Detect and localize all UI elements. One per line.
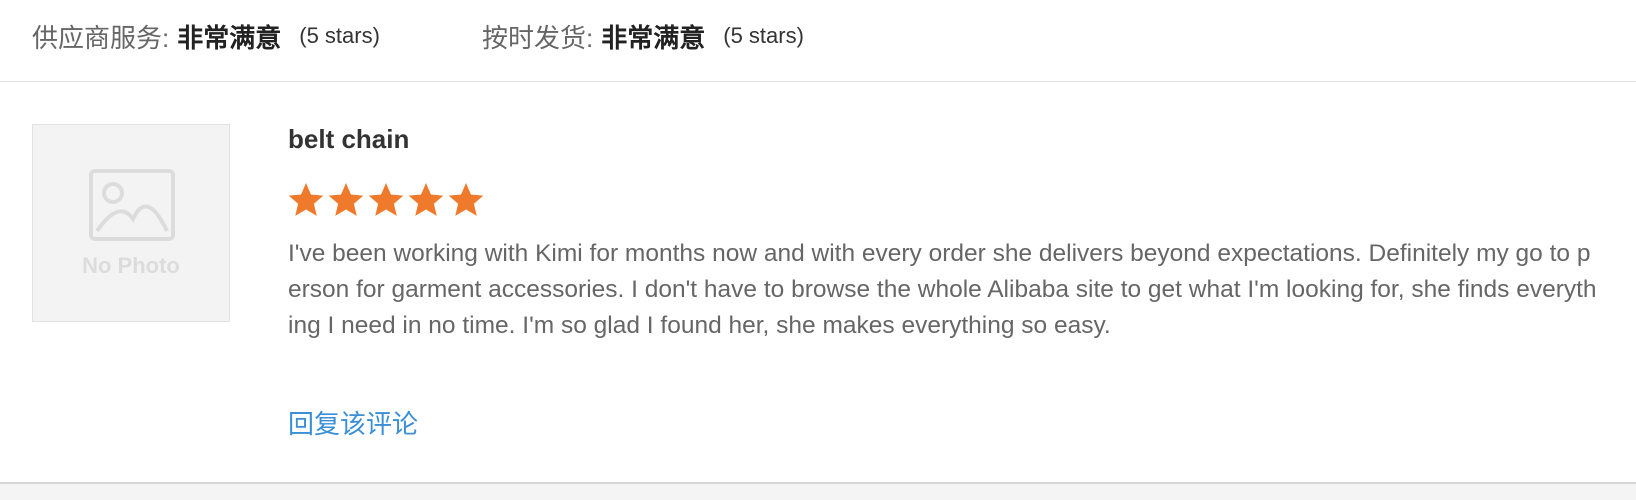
star-rating [286, 180, 486, 220]
review-text: I've been working with Kimi for months n… [288, 240, 1597, 339]
review-item: No Photo belt chain I've been working wi… [0, 82, 1636, 482]
star-icon [408, 183, 444, 216]
rating-value: 非常满意 [177, 22, 282, 53]
rating-stars-text: (5 stars) [723, 23, 804, 48]
image-placeholder-icon [89, 169, 175, 241]
product-title: belt chain [288, 124, 410, 154]
rating-label: 供应商服务: [32, 22, 170, 53]
section-divider [0, 482, 1636, 500]
star-icon [328, 183, 364, 216]
product-photo-placeholder: No Photo [32, 124, 230, 322]
rating-supplier-service: 供应商服务: 非常满意 (5 stars) [32, 16, 380, 56]
rating-stars-text: (5 stars) [299, 23, 380, 48]
reply-to-review-link[interactable]: 回复该评论 [288, 404, 418, 441]
star-icon [368, 183, 404, 216]
no-photo-text: No Photo [82, 253, 180, 278]
rating-label: 按时发货: [482, 22, 594, 53]
rating-on-time-delivery: 按时发货: 非常满意 (5 stars) [482, 16, 804, 56]
ratings-summary-bar: 供应商服务: 非常满意 (5 stars) 按时发货: 非常满意 (5 star… [0, 0, 1636, 82]
rating-value: 非常满意 [601, 22, 706, 53]
star-icon [448, 183, 484, 216]
star-icon [288, 183, 324, 216]
